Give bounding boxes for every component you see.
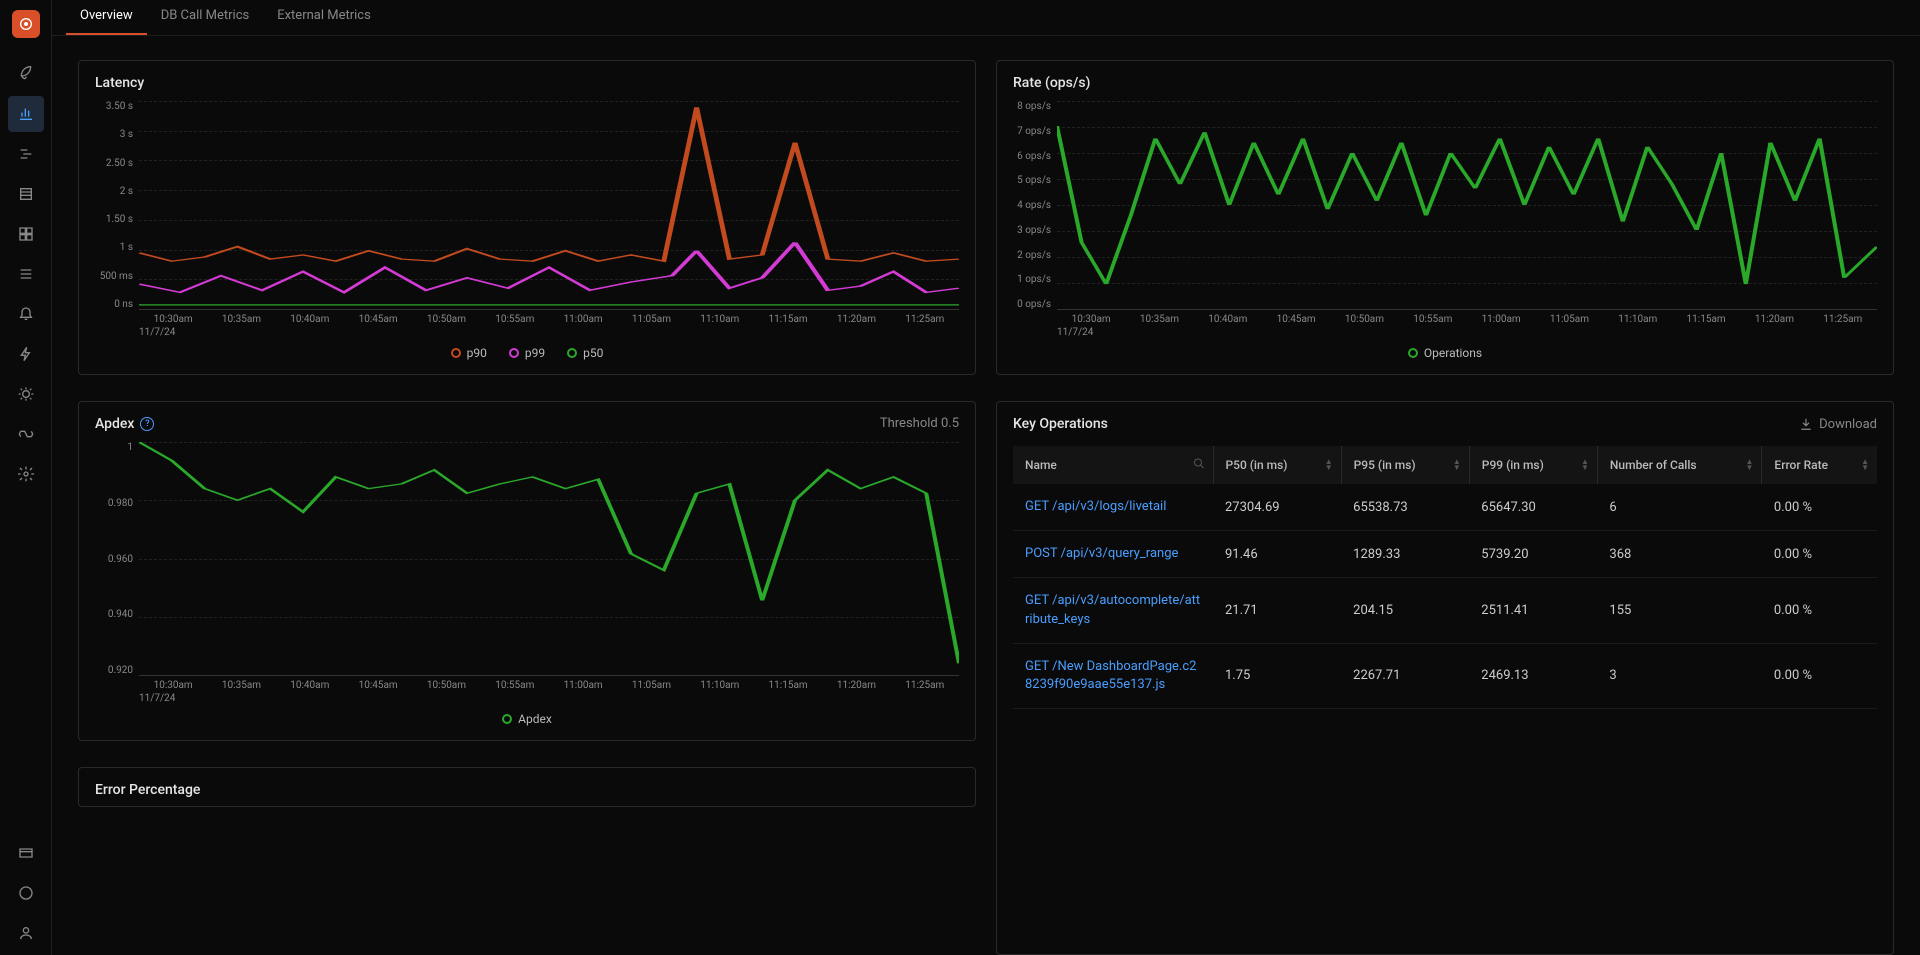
rate-title: Rate (ops/s) — [1013, 75, 1877, 91]
cell-p50: 91.46 — [1213, 531, 1341, 578]
download-icon — [1799, 417, 1813, 431]
cell-p99: 2511.41 — [1469, 578, 1597, 643]
cell-calls: 155 — [1597, 578, 1762, 643]
table-row: POST /api/v3/query_range 91.46 1289.33 5… — [1013, 531, 1877, 578]
cell-p50: 1.75 — [1213, 643, 1341, 708]
sort-icon: ▲▼ — [1453, 459, 1461, 471]
search-icon[interactable] — [1193, 458, 1205, 473]
apdex-threshold: Threshold 0.5 — [880, 416, 959, 431]
tab-db-call-metrics[interactable]: DB Call Metrics — [147, 0, 264, 35]
col-name[interactable]: Name — [1013, 446, 1213, 484]
tab-bar: Overview DB Call Metrics External Metric… — [52, 0, 1920, 36]
apdex-x-axis: 10:30am10:35am10:40am10:45am10:50am10:55… — [139, 680, 959, 691]
sort-icon: ▲▼ — [1746, 459, 1754, 471]
apdex-card: Apdex ? Threshold 0.5 10.9800.9600.9400.… — [78, 401, 976, 741]
cell-p95: 2267.71 — [1341, 643, 1469, 708]
col-p50[interactable]: P50 (in ms)▲▼ — [1213, 446, 1341, 484]
legend-operations[interactable]: Operations — [1408, 346, 1482, 360]
pipelines-icon[interactable] — [8, 416, 44, 452]
legend-apdex[interactable]: Apdex — [502, 712, 552, 726]
latency-y-axis: 3.50 s3 s2.50 s2 s1.50 s1 s500 ms0 ns — [95, 101, 139, 310]
cell-p99: 2469.13 — [1469, 643, 1597, 708]
main-content: Overview DB Call Metrics External Metric… — [52, 0, 1920, 955]
cell-error: 0.00 % — [1762, 578, 1877, 643]
table-row: GET /New DashboardPage.c28239f90e9aae55e… — [1013, 643, 1877, 708]
table-row: GET /api/v3/autocomplete/attribute_keys … — [1013, 578, 1877, 643]
latency-date: 11/7/24 — [139, 327, 959, 338]
tab-external-metrics[interactable]: External Metrics — [263, 0, 385, 35]
rate-chart[interactable]: 8 ops/s7 ops/s6 ops/s5 ops/s4 ops/s3 ops… — [1013, 101, 1877, 310]
dashboards-icon[interactable] — [8, 216, 44, 252]
cell-p50: 27304.69 — [1213, 484, 1341, 531]
apdex-chart[interactable]: 10.9800.9600.9400.920 — [95, 442, 959, 676]
legend-p99[interactable]: p99 — [509, 346, 545, 360]
latency-title: Latency — [95, 75, 959, 91]
p90-line — [139, 107, 959, 261]
op-link[interactable]: GET /api/v3/autocomplete/attribute_keys — [1013, 578, 1213, 643]
sort-icon: ▲▼ — [1581, 459, 1589, 471]
cell-p50: 21.71 — [1213, 578, 1341, 643]
cell-p99: 5739.20 — [1469, 531, 1597, 578]
op-link[interactable]: GET /api/v3/logs/livetail — [1013, 484, 1213, 531]
rate-date: 11/7/24 — [1057, 327, 1877, 338]
table-row: GET /api/v3/logs/livetail 27304.69 65538… — [1013, 484, 1877, 531]
traces-icon[interactable] — [8, 136, 44, 172]
error-pct-title: Error Percentage — [95, 782, 959, 798]
ops-line — [1057, 126, 1877, 284]
apdex-y-axis: 10.9800.9600.9400.920 — [95, 442, 139, 676]
billing-icon[interactable] — [8, 835, 44, 871]
col-p99[interactable]: P99 (in ms)▲▼ — [1469, 446, 1597, 484]
support-icon[interactable] — [8, 875, 44, 911]
cell-p95: 1289.33 — [1341, 531, 1469, 578]
rate-card: Rate (ops/s) 8 ops/s7 ops/s6 ops/s5 ops/… — [996, 60, 1894, 375]
tab-overview[interactable]: Overview — [66, 0, 147, 35]
rate-x-axis: 10:30am10:35am10:40am10:45am10:50am10:55… — [1057, 314, 1877, 325]
metrics-icon[interactable] — [8, 96, 44, 132]
p99-line — [139, 242, 959, 292]
sidebar — [0, 0, 52, 955]
latency-chart[interactable]: 3.50 s3 s2.50 s2 s1.50 s1 s500 ms0 ns — [95, 101, 959, 310]
apdex-title: Apdex ? — [95, 416, 959, 432]
key-ops-title: Key Operations — [1013, 416, 1108, 432]
col-error[interactable]: Error Rate▲▼ — [1762, 446, 1877, 484]
cell-p95: 204.15 — [1341, 578, 1469, 643]
alerts-icon[interactable] — [8, 296, 44, 332]
cell-p99: 65647.30 — [1469, 484, 1597, 531]
rocket-icon[interactable] — [8, 56, 44, 92]
error-percentage-card: Error Percentage — [78, 767, 976, 807]
cell-error: 0.00 % — [1762, 484, 1877, 531]
legend-p90[interactable]: p90 — [451, 346, 487, 360]
settings-icon[interactable] — [8, 456, 44, 492]
apdex-line — [139, 442, 959, 663]
cell-error: 0.00 % — [1762, 643, 1877, 708]
col-calls[interactable]: Number of Calls▲▼ — [1597, 446, 1762, 484]
key-ops-table: Name P50 (in ms)▲▼ P95 (in ms)▲▼ P99 (in… — [1013, 446, 1877, 709]
bug-icon[interactable] — [8, 376, 44, 412]
cell-error: 0.00 % — [1762, 531, 1877, 578]
logs-icon[interactable] — [8, 176, 44, 212]
app-logo[interactable] — [12, 10, 40, 38]
apdex-date: 11/7/24 — [139, 693, 959, 704]
op-link[interactable]: POST /api/v3/query_range — [1013, 531, 1213, 578]
download-button[interactable]: Download — [1799, 417, 1877, 432]
cell-p95: 65538.73 — [1341, 484, 1469, 531]
legend-p50[interactable]: p50 — [567, 346, 603, 360]
cell-calls: 6 — [1597, 484, 1762, 531]
col-p95[interactable]: P95 (in ms)▲▼ — [1341, 446, 1469, 484]
sort-icon: ▲▼ — [1861, 459, 1869, 471]
rate-y-axis: 8 ops/s7 ops/s6 ops/s5 ops/s4 ops/s3 ops… — [1013, 101, 1057, 310]
op-link[interactable]: GET /New DashboardPage.c28239f90e9aae55e… — [1013, 643, 1213, 708]
sort-icon: ▲▼ — [1325, 459, 1333, 471]
help-icon[interactable]: ? — [140, 417, 154, 431]
exceptions-icon[interactable] — [8, 336, 44, 372]
user-icon[interactable] — [8, 915, 44, 951]
cell-calls: 368 — [1597, 531, 1762, 578]
list-icon[interactable] — [8, 256, 44, 292]
cell-calls: 3 — [1597, 643, 1762, 708]
key-operations-card: Key Operations Download Name P50 (in ms)… — [996, 401, 1894, 955]
latency-x-axis: 10:30am10:35am10:40am10:45am10:50am10:55… — [139, 314, 959, 325]
latency-card: Latency 3.50 s3 s2.50 s2 s1.50 s1 s500 m… — [78, 60, 976, 375]
